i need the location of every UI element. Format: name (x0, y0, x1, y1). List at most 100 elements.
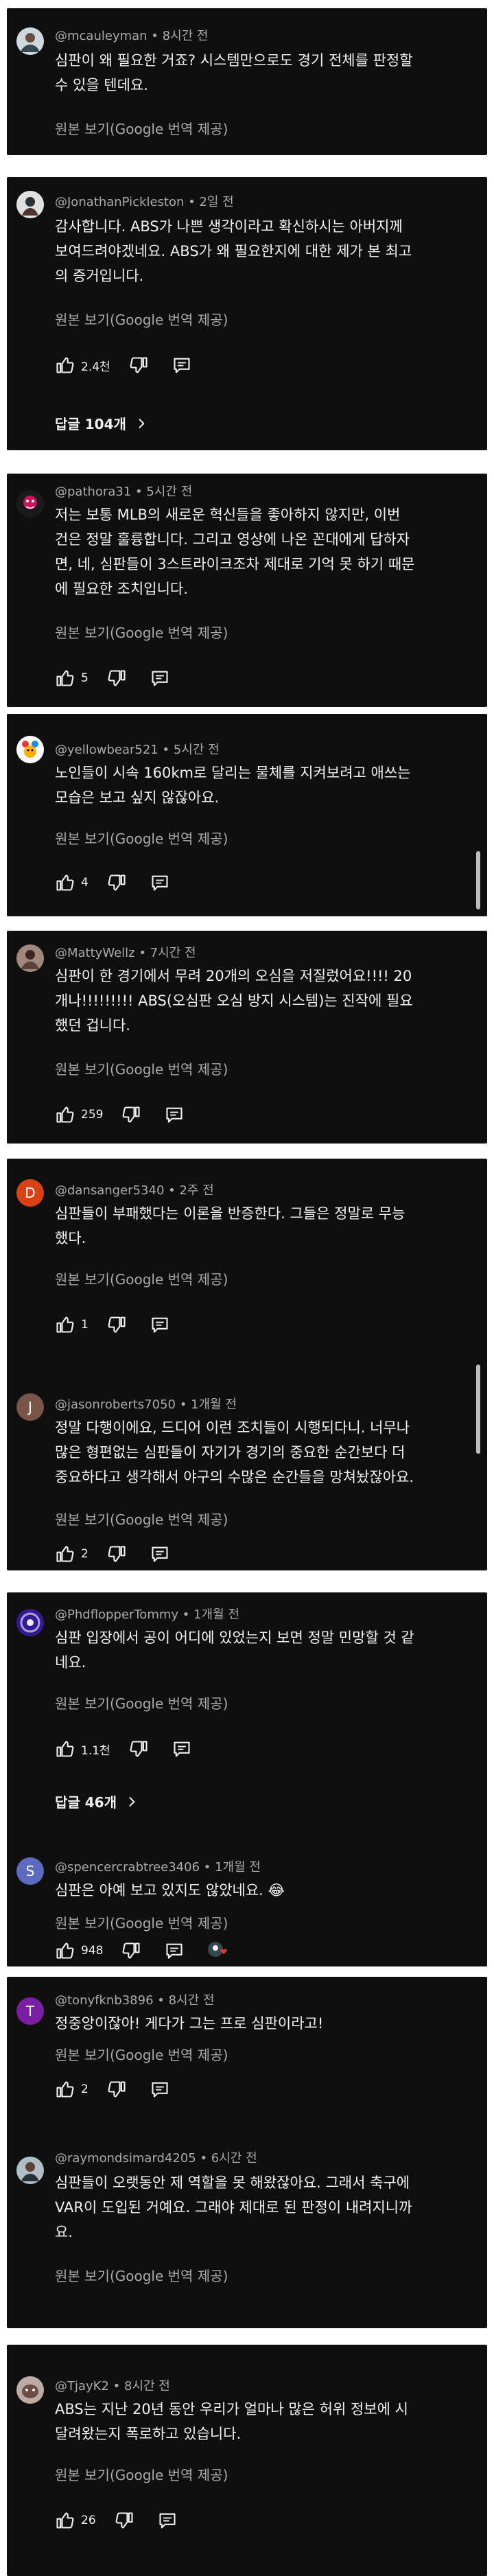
show-original-link[interactable]: 원본 보기(Google 번역 제공) (55, 1058, 228, 1078)
avatar[interactable] (16, 1609, 44, 1636)
comment-line: 의 증거입니다. (55, 268, 144, 284)
reply-icon[interactable] (172, 356, 191, 375)
comment-line: 심판은 아예 보고 있지도 않았네요. 😂 (55, 1882, 285, 1899)
thumbs-down-icon[interactable] (108, 873, 127, 892)
thumbs-up-icon[interactable] (55, 356, 74, 375)
show-original-link[interactable]: 원본 보기(Google 번역 제공) (55, 1268, 228, 1288)
thumbs-down-icon[interactable] (122, 1941, 141, 1960)
comment-author[interactable]: @MattyWellz (55, 946, 135, 960)
thumbs-down-icon[interactable] (108, 1544, 127, 1564)
show-original-link[interactable]: 원본 보기(Google 번역 제공) (55, 1912, 228, 1932)
scrollbar[interactable] (476, 851, 480, 909)
comment-time[interactable]: 8시간 전 (124, 2379, 170, 2393)
reply-icon[interactable] (150, 1315, 169, 1334)
comment-text: 저는 보통 MLB의 새로운 혁신들을 좋아하지 않지만, 이번 건은 정말 훌… (55, 502, 480, 601)
comment-author[interactable]: @mcauleyman (55, 29, 148, 43)
comment-time[interactable]: 5시간 전 (174, 743, 220, 757)
thumbs-down-icon[interactable] (130, 356, 149, 375)
comment-time[interactable]: 2주 전 (179, 1183, 213, 1198)
show-original-link[interactable]: 원본 보기(Google 번역 제공) (55, 2265, 228, 2285)
thumbs-up-icon[interactable] (55, 669, 74, 688)
avatar[interactable] (16, 2376, 44, 2404)
reply-icon[interactable] (150, 873, 169, 892)
comment-time[interactable]: 5시간 전 (146, 485, 192, 499)
show-original-link[interactable]: 원본 보기(Google 번역 제공) (55, 2044, 228, 2064)
avatar[interactable]: S (16, 1857, 44, 1885)
comment-author[interactable]: @PhdflopperTommy (55, 1608, 178, 1622)
comment-actions: 26 (55, 2507, 177, 2534)
comment-time[interactable]: 8시간 전 (169, 1993, 215, 2008)
avatar-letter: T (25, 2003, 35, 2019)
thumbs-down-icon[interactable] (115, 2511, 134, 2530)
show-original-link[interactable]: 원본 보기(Google 번역 제공) (55, 1693, 228, 1713)
avatar[interactable] (16, 944, 44, 972)
comment-time[interactable]: 6시간 전 (211, 2151, 257, 2166)
comment-author[interactable]: @raymondsimard4205 (55, 2151, 196, 2166)
avatar[interactable]: T (16, 1997, 44, 2025)
thumbs-up-icon[interactable] (55, 1544, 74, 1564)
avatar[interactable] (16, 490, 44, 518)
reply-icon[interactable] (165, 1941, 184, 1960)
reply-icon[interactable] (150, 669, 169, 688)
comment-actions: 2 (55, 2076, 169, 2103)
like-count: 1.1천 (81, 1743, 110, 1758)
avatar[interactable] (16, 736, 44, 763)
thumbs-up-icon[interactable] (55, 873, 74, 892)
thumbs-up-icon[interactable] (55, 1105, 74, 1124)
comment-line: 저는 보통 MLB의 새로운 혁신들을 좋아하지 않지만, 이번 (55, 507, 401, 523)
comment-author[interactable]: @JonathanPickleston (55, 195, 184, 209)
comment-author[interactable]: @dansanger5340 (55, 1183, 164, 1198)
thumbs-up-icon[interactable] (55, 1941, 74, 1960)
show-original-link[interactable]: 원본 보기(Google 번역 제공) (55, 622, 228, 642)
reply-icon[interactable] (150, 1544, 169, 1564)
comment-author[interactable]: @yellowbear521 (55, 743, 158, 757)
comment-time[interactable]: 1개월 전 (193, 1608, 239, 1622)
reply-icon[interactable] (158, 2511, 177, 2530)
thumbs-down-icon[interactable] (108, 1315, 127, 1334)
show-original-link[interactable]: 원본 보기(Google 번역 제공) (55, 1509, 228, 1529)
show-original-link[interactable]: 원본 보기(Google 번역 제공) (55, 309, 228, 329)
comment-line: 달려왔는지 폭로하고 있습니다. (55, 2426, 242, 2442)
reply-icon[interactable] (150, 2080, 169, 2099)
avatar[interactable] (16, 27, 44, 55)
thumbs-down-icon[interactable] (130, 1739, 149, 1759)
thumbs-down-icon[interactable] (108, 2080, 127, 2099)
comment-time[interactable]: 2일 전 (199, 195, 233, 209)
show-original-link[interactable]: 원본 보기(Google 번역 제공) (55, 118, 228, 138)
replies-toggle[interactable]: 답글 46개 (55, 1791, 139, 1811)
avatar[interactable] (16, 191, 44, 218)
comment-author[interactable]: @TjayK2 (55, 2379, 109, 2393)
avatar[interactable]: J (16, 1393, 44, 1421)
comment-panel: @TjayK2 • 8시간 전 ABS는 지난 20년 동안 우리가 얼마나 많… (7, 2345, 487, 2576)
comment-panel: @JonathanPickleston • 2일 전 감사합니다. ABS가 나… (7, 177, 487, 450)
comment-author[interactable]: @spencercrabtree3406 (55, 1860, 200, 1875)
comment-time[interactable]: 7시간 전 (150, 946, 196, 960)
scrollbar[interactable] (476, 1365, 480, 1454)
thumbs-up-icon[interactable] (55, 2080, 74, 2099)
comment-panel: T @tonyfknb3896 • 8시간 전 정중앙이잖아! 게다가 그는 프… (7, 1977, 487, 2328)
comment-author[interactable]: @jasonroberts7050 (55, 1397, 176, 1412)
thumbs-up-icon[interactable] (55, 1739, 74, 1759)
comment-panel: @yellowbear521 • 5시간 전 노인들이 시속 160km로 달리… (7, 714, 487, 916)
reply-icon[interactable] (165, 1105, 184, 1124)
comment-author[interactable]: @tonyfknb3896 (55, 1993, 154, 2008)
reply-icon[interactable] (172, 1739, 191, 1759)
avatar[interactable]: D (16, 1179, 44, 1207)
comment-author[interactable]: @pathora31 (55, 485, 131, 499)
comment-time[interactable]: 1개월 전 (191, 1397, 237, 1412)
comment-line: 면, 네, 심판들이 3스트라이크조차 제대로 기억 못 하기 때문 (55, 556, 415, 572)
comment-time[interactable]: 1개월 전 (215, 1860, 261, 1875)
replies-toggle[interactable]: 답글 104개 (55, 413, 148, 433)
comment-meta: @spencercrabtree3406 • 1개월 전 (55, 1860, 261, 1875)
comment-time[interactable]: 8시간 전 (163, 29, 209, 43)
show-original-link[interactable]: 원본 보기(Google 번역 제공) (55, 2464, 228, 2484)
avatar[interactable] (16, 2157, 44, 2184)
comment-actions: 2 (55, 1540, 169, 1568)
thumbs-up-icon[interactable] (55, 1315, 74, 1334)
person-avatar-icon (16, 191, 44, 218)
thumbs-up-icon[interactable] (55, 2511, 74, 2530)
thumbs-down-icon[interactable] (108, 669, 127, 688)
replies-label: 답글 104개 (55, 416, 126, 432)
show-original-link[interactable]: 원본 보기(Google 번역 제공) (55, 828, 228, 848)
thumbs-down-icon[interactable] (122, 1105, 141, 1124)
